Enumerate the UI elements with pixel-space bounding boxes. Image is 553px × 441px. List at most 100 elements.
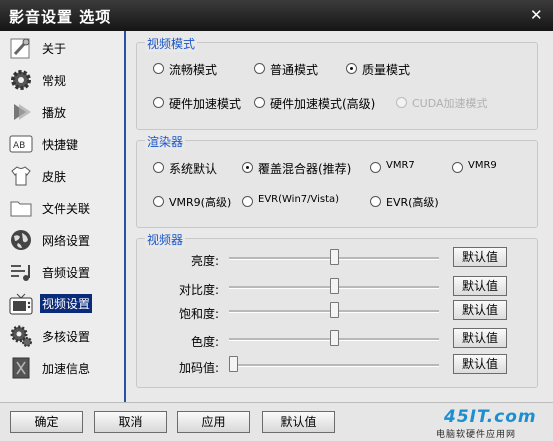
slider-thumb[interactable] <box>329 278 339 294</box>
radio-button-selected[interactable] <box>346 63 357 74</box>
shirt-icon <box>11 166 31 186</box>
sidebar-item-label: 关于 <box>42 42 67 56</box>
radio-button-disabled <box>396 97 407 108</box>
title-bar: 影音设置 选项 ✕ <box>0 0 553 31</box>
window-title: 影音设置 选项 <box>9 8 112 26</box>
radio-label: 硬件加速模式(高级) <box>270 97 376 111</box>
restore-defaults-button[interactable]: 默认值 <box>262 411 335 433</box>
sidebar-item-multicore[interactable]: 多核设置 <box>0 322 124 350</box>
slider-label: 饱和度: <box>178 307 219 321</box>
radio-button[interactable] <box>153 97 164 108</box>
keyboard-icon: AB <box>9 135 33 153</box>
sidebar-item-general[interactable]: 常规 <box>0 66 124 94</box>
globe-icon <box>11 230 31 250</box>
radio-label: 硬件加速模式 <box>169 97 242 111</box>
sidebar-item-skin[interactable]: 皮肤 <box>0 162 124 190</box>
sidebar-item-label: 快捷键 <box>42 138 79 152</box>
sidebar-item-network[interactable]: 网络设置 <box>0 226 124 254</box>
sidebar-item-video[interactable]: 视频设置 <box>0 290 124 318</box>
slider-track[interactable] <box>229 364 439 367</box>
radio-button[interactable] <box>370 162 381 173</box>
play-icon <box>14 104 31 120</box>
video-adjust-group: 视频器 亮度: 默认值 对比度: 默认值 饱和度: 默认值 色度: 默认值 加码… <box>136 231 538 388</box>
renderer-group: 渲染器 系统默认 覆盖混合器(推荐) VMR7 VMR9 VMR9(高级) EV… <box>136 133 538 228</box>
button-bar: 确定 取消 应用 默认值 45IT.com 电脑软硬件应用网 <box>0 402 553 441</box>
sidebar-item-play[interactable]: 播放 <box>0 98 124 126</box>
gear-icon <box>11 70 31 90</box>
folder-icon <box>10 201 32 217</box>
wrench-icon <box>10 38 30 59</box>
slider-row-brightness: 亮度: 默认值 <box>137 247 537 271</box>
sidebar-item-about[interactable]: 关于 <box>0 34 124 62</box>
radio-button-selected[interactable] <box>242 162 253 173</box>
group-title: 渲染器 <box>145 133 186 150</box>
contrast-default-button[interactable]: 默认值 <box>453 276 507 296</box>
slider-row-gain: 加码值: 默认值 <box>137 354 537 378</box>
sidebar-item-label: 音频设置 <box>42 266 91 280</box>
sidebar-item-label: 视频设置 <box>40 294 93 313</box>
saturation-default-button[interactable]: 默认值 <box>453 300 507 320</box>
sidebar: 关于 常规 播放 AB 快捷键 皮肤 文件关联 网络设置 音频设置 视频设置 多… <box>0 31 126 402</box>
ok-button[interactable]: 确定 <box>10 411 83 433</box>
radio-button[interactable] <box>153 196 164 207</box>
sidebar-item-hotkeys[interactable]: AB 快捷键 <box>0 130 124 158</box>
slider-thumb[interactable] <box>329 330 339 346</box>
sidebar-item-audio[interactable]: 音频设置 <box>0 258 124 286</box>
cancel-button[interactable]: 取消 <box>94 411 167 433</box>
radio-button[interactable] <box>452 162 463 173</box>
apply-button[interactable]: 应用 <box>177 411 250 433</box>
radio-label: EVR(Win7/Vista) <box>258 194 340 205</box>
slider-thumb[interactable] <box>229 356 238 372</box>
document-icon <box>12 357 30 379</box>
radio-label: EVR(高级) <box>386 196 439 209</box>
radio-button[interactable] <box>254 63 265 74</box>
sidebar-item-label: 多核设置 <box>42 330 91 344</box>
watermark-brand: 45IT.com <box>444 407 537 427</box>
radio-button[interactable] <box>153 63 164 74</box>
slider-label: 加码值: <box>178 361 219 375</box>
radio-button[interactable] <box>254 97 265 108</box>
slider-label: 对比度: <box>178 283 219 297</box>
slider-thumb[interactable] <box>329 302 339 318</box>
brightness-default-button[interactable]: 默认值 <box>453 247 507 267</box>
slider-label: 亮度: <box>190 254 219 268</box>
sidebar-item-label: 播放 <box>42 106 67 120</box>
video-mode-group: 视频模式 流畅模式 普通模式 质量模式 硬件加速模式 硬件加速模式(高级) CU… <box>136 35 538 130</box>
watermark-logo: 45IT.com 电脑软硬件应用网 <box>436 407 550 440</box>
radio-button[interactable] <box>370 196 381 207</box>
radio-label: CUDA加速模式 <box>412 97 488 110</box>
radio-label: 流畅模式 <box>169 63 218 77</box>
slider-row-saturation: 饱和度: 默认值 <box>137 300 537 324</box>
radio-label: 系统默认 <box>169 162 218 176</box>
sidebar-item-label: 网络设置 <box>42 234 91 248</box>
gain-default-button[interactable]: 默认值 <box>453 354 507 374</box>
sidebar-item-label: 皮肤 <box>42 170 67 184</box>
video-settings-panel: 视频模式 流畅模式 普通模式 质量模式 硬件加速模式 硬件加速模式(高级) CU… <box>126 31 553 402</box>
hue-default-button[interactable]: 默认值 <box>453 328 507 348</box>
slider-row-hue: 色度: 默认值 <box>137 328 537 352</box>
radio-label: 普通模式 <box>270 63 319 77</box>
group-title: 视频器 <box>145 231 186 248</box>
sidebar-item-file-association[interactable]: 文件关联 <box>0 194 124 222</box>
close-icon[interactable]: ✕ <box>530 6 543 24</box>
audio-icon <box>11 265 30 281</box>
slider-thumb[interactable] <box>329 249 339 265</box>
radio-label: 覆盖混合器(推荐) <box>258 162 352 176</box>
tv-icon <box>9 293 33 315</box>
radio-label: VMR9(高级) <box>169 196 232 209</box>
sidebar-item-label: 常规 <box>42 74 67 88</box>
radio-button[interactable] <box>242 196 253 207</box>
group-title: 视频模式 <box>145 35 198 52</box>
settings-window: 影音设置 选项 ✕ 关于 常规 播放 AB 快捷键 皮肤 文件关联 网络设置 音… <box>0 0 553 441</box>
radio-label: VMR9 <box>468 160 497 171</box>
sidebar-item-label: 文件关联 <box>42 202 91 216</box>
radio-button[interactable] <box>153 162 164 173</box>
slider-row-contrast: 对比度: 默认值 <box>137 276 537 300</box>
slider-label: 色度: <box>190 335 219 349</box>
watermark-tagline: 电脑软硬件应用网 <box>436 430 517 440</box>
radio-label: 质量模式 <box>362 63 411 77</box>
sidebar-item-label: 加速信息 <box>42 362 91 376</box>
sidebar-item-accel-info[interactable]: 加速信息 <box>0 354 124 382</box>
svg-text:AB: AB <box>13 141 25 151</box>
radio-label: VMR7 <box>386 160 415 171</box>
